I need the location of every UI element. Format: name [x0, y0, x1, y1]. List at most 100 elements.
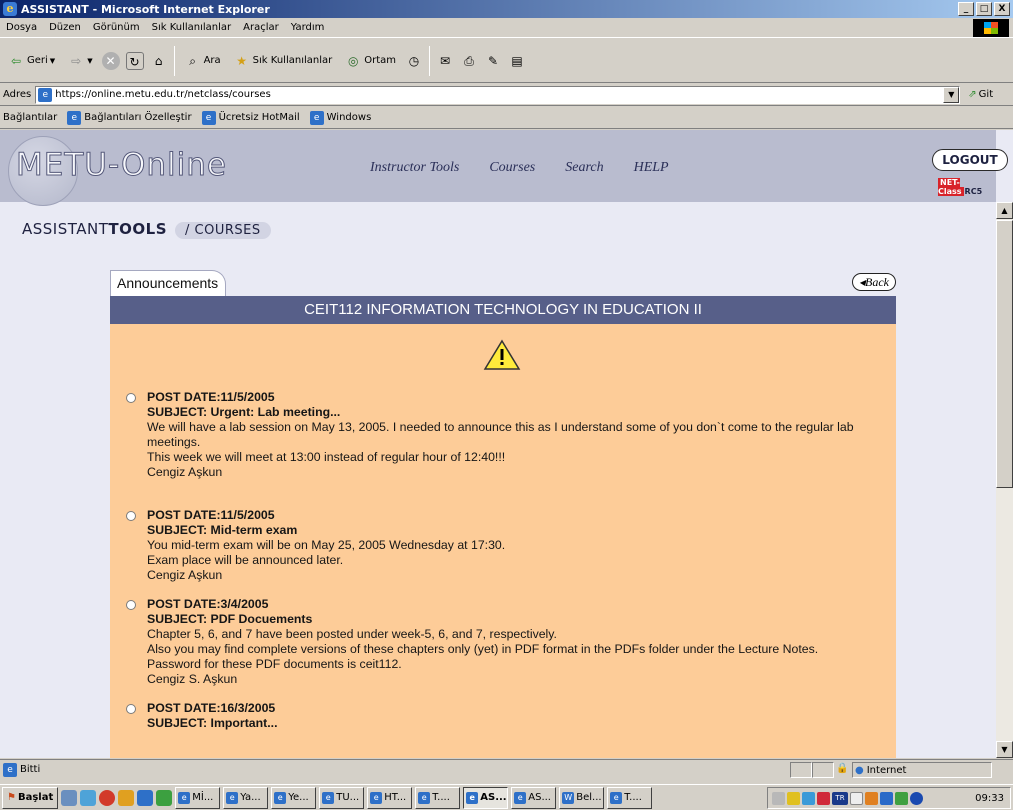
mail-icon[interactable]: ✉ [436, 52, 454, 70]
announcement-body: POST DATE:16/3/2005 SUBJECT: Important..… [147, 701, 278, 731]
taskbar-button[interactable]: e Mİ... [175, 786, 221, 809]
link-windows-label: Windows [326, 112, 372, 123]
go-arrow-icon[interactable]: ⇗ [968, 89, 976, 100]
nav-help[interactable]: HELP [634, 160, 669, 176]
menu-tools[interactable]: Araçlar [243, 22, 279, 33]
page-icon: e [67, 110, 82, 125]
scroll-up-arrow-icon[interactable]: ▲ [996, 202, 1013, 219]
announcement-subject: SUBJECT: Urgent: Lab meeting... [147, 405, 341, 419]
minimize-button[interactable]: _ [958, 2, 974, 16]
dropdown-icon[interactable]: ▼ [50, 57, 55, 65]
breadcrumb-courses[interactable]: / COURSES [175, 222, 271, 239]
taskbar-button-label: HT... [384, 792, 407, 803]
link-customize-label: Bağlantıları Özelleştir [84, 112, 192, 123]
edit-icon[interactable]: ✎ [484, 52, 502, 70]
taskbar-button-label: Bel... [576, 792, 602, 803]
close-button[interactable]: X [994, 2, 1010, 16]
tray-icon[interactable] [802, 791, 815, 805]
announcement-radio[interactable] [126, 393, 136, 403]
warning-icon [483, 339, 521, 370]
window-titlebar[interactable]: e ASSISTANT - Microsoft Internet Explore… [0, 0, 1013, 18]
netclass-badge: NET-Class RC5 [938, 178, 996, 196]
system-tray: TR 09:33 [767, 787, 1011, 809]
quicklaunch-icon[interactable] [80, 789, 97, 806]
link-windows[interactable]: e Windows [309, 110, 372, 125]
taskbar-button-active[interactable]: e AS... [463, 786, 509, 809]
tray-icon[interactable] [895, 791, 908, 805]
go-button[interactable]: Git [979, 89, 993, 100]
stop-icon[interactable]: ✕ [101, 51, 120, 70]
taskbar-button[interactable]: e T.... [607, 786, 653, 809]
lock-icon: 🔒 [836, 763, 849, 774]
link-hotmail[interactable]: e Ücretsiz HotMail [201, 110, 300, 125]
quicklaunch-icon[interactable] [99, 789, 116, 806]
site-logo[interactable]: METU-Online [15, 147, 227, 184]
media-icon: ◎ [347, 53, 359, 68]
ie-icon: e [178, 791, 191, 804]
tray-icon[interactable] [817, 791, 830, 805]
scroll-thumb[interactable] [996, 220, 1013, 488]
ie-icon: e [514, 791, 527, 804]
announcement-author: Cengiz S. Aşkun [147, 672, 238, 686]
back-link-button[interactable]: ◂Back [852, 273, 896, 291]
quicklaunch-icon[interactable] [156, 789, 173, 806]
tray-icon[interactable] [787, 791, 800, 805]
menu-favorites[interactable]: Sık Kullanılanlar [152, 22, 232, 33]
nav-search[interactable]: Search [565, 160, 603, 176]
start-button[interactable]: ⚑ Başlat [2, 786, 59, 809]
nav-courses[interactable]: Courses [489, 160, 535, 176]
window-controls: _ □ X [958, 2, 1010, 16]
media-button[interactable]: ◎ Ortam [341, 50, 399, 72]
print-icon[interactable]: ⎙ [460, 52, 478, 70]
announcement-item: POST DATE:11/5/2005 SUBJECT: Urgent: Lab… [126, 390, 896, 480]
menu-help[interactable]: Yardım [291, 22, 325, 33]
taskbar-button[interactable]: e T.... [415, 786, 461, 809]
link-customize[interactable]: e Bağlantıları Özelleştir [67, 110, 192, 125]
taskbar-button[interactable]: e AS... [511, 786, 557, 809]
tray-icon[interactable] [865, 791, 878, 805]
volume-icon[interactable] [772, 791, 785, 805]
breadcrumb-assistant: ASSISTANT [22, 220, 109, 238]
nav-instructor-tools[interactable]: Instructor Tools [370, 160, 459, 176]
back-button[interactable]: ⇦ Geri ▼ [4, 50, 58, 72]
logout-button[interactable]: LOGOUT [932, 149, 1008, 171]
links-bar: Bağlantılar e Bağlantıları Özelleştir e Üc… [0, 107, 1013, 129]
quicklaunch-icon[interactable] [137, 789, 154, 806]
main-nav: Instructor Tools Courses Search HELP [370, 160, 669, 176]
menu-edit[interactable]: Düzen [49, 22, 81, 33]
taskbar-button[interactable]: e Ya... [223, 786, 269, 809]
announcement-radio[interactable] [126, 600, 136, 610]
quicklaunch-icon[interactable] [61, 789, 78, 806]
vertical-scrollbar[interactable]: ▲ ▼ [996, 202, 1013, 758]
search-label: Ara [203, 55, 221, 66]
menu-file[interactable]: Dosya [6, 22, 37, 33]
taskbar-button[interactable]: e Ye... [271, 786, 317, 809]
announcement-radio[interactable] [126, 511, 136, 521]
discuss-icon[interactable]: ▤ [508, 52, 526, 70]
announcement-radio[interactable] [126, 704, 136, 714]
address-input[interactable]: e https://online.metu.edu.tr/netclass/co… [35, 85, 961, 104]
search-button[interactable]: ⌕ Ara [181, 50, 224, 72]
taskbar-button[interactable]: W Bel... [559, 786, 605, 809]
language-icon[interactable]: TR [832, 791, 848, 805]
history-icon[interactable]: ◷ [405, 52, 423, 70]
maximize-button[interactable]: □ [976, 2, 992, 16]
taskbar-button[interactable]: e TU... [319, 786, 365, 809]
scroll-down-arrow-icon[interactable]: ▼ [996, 741, 1013, 758]
ie-icon: e [418, 791, 431, 804]
dropdown-icon[interactable]: ▼ [87, 57, 92, 65]
tray-icon[interactable] [910, 791, 923, 805]
refresh-icon[interactable]: ↻ [125, 51, 144, 70]
home-icon[interactable]: ⌂ [150, 52, 168, 70]
tray-icon[interactable] [850, 791, 863, 805]
forward-button[interactable]: ⇨ ▼ [64, 50, 95, 72]
favorites-button[interactable]: ★ Sık Kullanılanlar [230, 50, 336, 72]
taskbar-button[interactable]: e HT... [367, 786, 413, 809]
menu-view[interactable]: Görünüm [93, 22, 140, 33]
announcement-line: Also you may find complete versions of t… [147, 642, 819, 656]
address-dropdown-icon[interactable]: ▼ [943, 86, 960, 103]
tray-icon[interactable] [880, 791, 893, 805]
announcement-date: POST DATE:16/3/2005 [147, 701, 276, 715]
quicklaunch-icon[interactable] [118, 789, 135, 806]
tab-announcements[interactable]: Announcements [110, 270, 226, 296]
